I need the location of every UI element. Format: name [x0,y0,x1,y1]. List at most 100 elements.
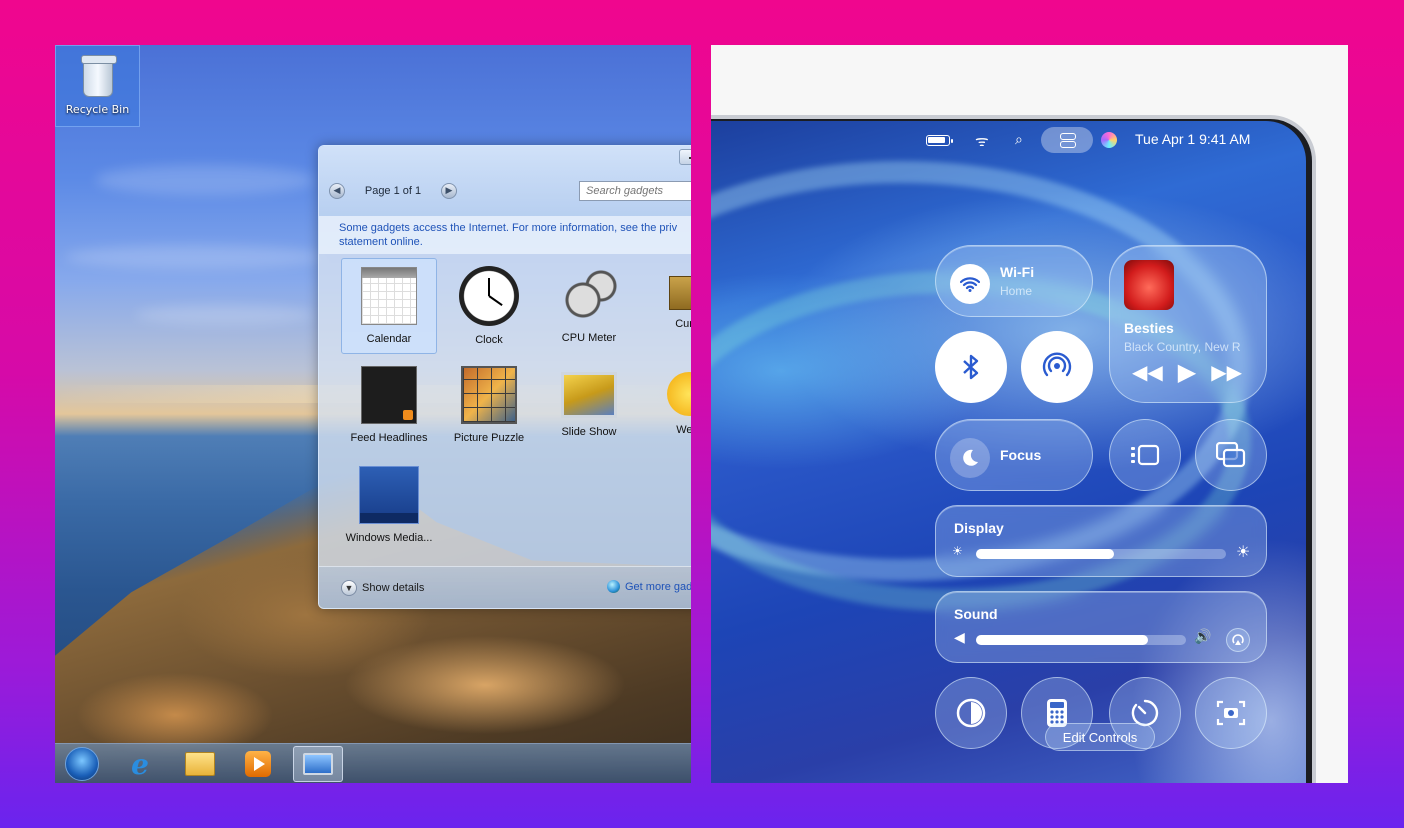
gadget-clock[interactable]: Clock [441,258,537,354]
fast-forward-icon[interactable]: ▶▶ [1211,360,1242,384]
recycle-bin-desktop-icon[interactable]: Recycle Bin [55,45,140,127]
taskbar-media-player[interactable] [233,746,283,782]
spotlight-search-icon[interactable]: ⌕ [1015,131,1023,148]
next-page-button[interactable]: ▶ [441,183,457,199]
gadget-label: Feed Headlines [350,432,428,444]
gadget-windows-media-center[interactable]: Windows Media... [341,458,437,554]
windows7-desktop: Recycle Bin ◀ Page 1 of 1 ▶ Some gadgets… [55,45,691,783]
battery-icon[interactable] [926,135,953,146]
airdrop-icon [1042,352,1072,377]
taskbar-desktop-gadgets[interactable] [293,746,343,782]
taskbar-internet-explorer[interactable]: e [115,746,165,782]
volume-high-icon: 🔊 [1194,629,1212,645]
gadgets-monitor-icon [303,753,333,775]
menu-bar: ᯤ ⌕ Tue Apr 1 9:41 AM [711,121,1306,157]
brightness-high-icon: ☀ [1236,542,1251,561]
minimize-button[interactable] [679,149,691,165]
play-icon[interactable]: ▶ [1178,358,1196,386]
media-player-icon [245,751,271,777]
recycle-bin-label: Recycle Bin [65,103,130,116]
gadget-feed-headlines[interactable]: Feed Headlines [341,358,437,454]
gadget-gallery-window: ◀ Page 1 of 1 ▶ Some gadgets access the … [318,145,691,609]
gadget-window-header: ◀ Page 1 of 1 ▶ [319,146,691,216]
previous-page-button[interactable]: ◀ [329,183,345,199]
dark-mode-button[interactable] [935,677,1007,749]
media-center-icon [359,466,419,524]
notice-line-1[interactable]: Some gadgets access the Internet. For mo… [339,221,687,235]
gadget-grid: Calendar Clock CPU Meter Curre Feed Head… [319,254,691,566]
stage-manager-button[interactable] [1109,419,1181,491]
sound-label: Sound [954,606,998,622]
airplay-audio-icon [1232,634,1244,645]
gadget-label: Calendar [366,333,412,345]
rewind-icon[interactable]: ◀◀ [1132,360,1163,384]
page-navigator: ◀ Page 1 of 1 ▶ [329,182,457,200]
taskbar-file-explorer[interactable] [175,746,225,782]
focus-tile[interactable]: Focus [935,419,1093,491]
sound-tile: Sound ◀ 🔊 [935,591,1267,663]
gadget-label: Slide Show [561,426,617,438]
calendar-icon [361,267,417,325]
playback-controls: ◀◀ ▶ ▶▶ [1132,358,1242,386]
wifi-title: Wi-Fi [1000,264,1035,280]
gadget-label: Picture Puzzle [453,432,525,444]
track-artist: Black Country, New R [1124,340,1241,354]
gadget-window-footer: ▼ Show details Get more gadg [319,566,691,608]
edit-controls-button[interactable]: Edit Controls [1045,723,1155,751]
gadget-weather[interactable]: Weat [641,358,691,454]
track-title: Besties [1124,320,1174,336]
airdrop-button[interactable] [1021,331,1093,403]
macos-screen: ᯤ ⌕ Tue Apr 1 9:41 AM Wi-Fi Home Besties… [711,121,1306,783]
wifi-menubar-icon[interactable]: ᯤ [975,131,989,151]
wifi-tile[interactable]: Wi-Fi Home [935,245,1093,317]
focus-label: Focus [1000,447,1042,463]
notice-line-2[interactable]: statement online. [339,235,687,249]
gadget-calendar[interactable]: Calendar [341,258,437,354]
gadget-label: Curre [675,318,691,330]
wifi-icon [950,264,990,304]
feed-icon [361,366,417,424]
gadget-currency[interactable]: Curre [641,258,691,354]
start-button[interactable] [57,746,107,782]
internet-access-notice: Some gadgets access the Internet. For mo… [319,216,691,254]
stage-manager-icon [1131,444,1160,466]
screenshot-camera-icon [1216,700,1246,726]
currency-icon [669,276,691,310]
get-more-gadgets-link[interactable]: Get more gadg [607,580,691,593]
brightness-slider[interactable] [976,549,1226,559]
brightness-slider-fill [976,549,1114,559]
now-playing-tile[interactable]: Besties Black Country, New R ◀◀ ▶ ▶▶ [1109,245,1267,403]
weather-icon [667,372,691,416]
album-art [1124,260,1174,310]
volume-low-icon: ◀ [954,630,965,646]
siri-icon[interactable] [1101,132,1117,148]
control-center-icon [1060,133,1076,148]
folder-icon [185,752,215,776]
cloud [135,305,315,325]
cloud [65,245,325,269]
volume-slider[interactable] [976,635,1186,645]
menubar-clock[interactable]: Tue Apr 1 9:41 AM [1135,131,1250,147]
audio-output-button[interactable] [1226,628,1250,652]
bluetooth-button[interactable] [935,331,1007,403]
chevron-down-icon: ▼ [341,580,357,596]
brightness-low-icon: ☀ [952,544,963,558]
gadget-label: Clock [475,334,503,346]
slideshow-icon [561,372,617,418]
gadget-cpu-meter[interactable]: CPU Meter [541,258,637,354]
gadget-slide-show[interactable]: Slide Show [541,358,637,454]
gadget-picture-puzzle[interactable]: Picture Puzzle [441,358,537,454]
moon-icon [950,438,990,478]
puzzle-icon [461,366,517,424]
control-center-button[interactable] [1041,127,1093,153]
display-tile: Display ☀ ☀ [935,505,1267,577]
screen-mirroring-button[interactable] [1195,419,1267,491]
page-indicator: Page 1 of 1 [364,185,422,197]
screenshot-button[interactable] [1195,677,1267,749]
screen-mirroring-icon [1216,442,1246,468]
display-label: Display [954,520,1004,536]
show-details-toggle[interactable]: ▼ Show details [341,580,424,596]
show-details-label: Show details [362,582,425,594]
recycle-bin-icon [80,55,117,97]
search-gadgets-input[interactable] [579,181,691,201]
